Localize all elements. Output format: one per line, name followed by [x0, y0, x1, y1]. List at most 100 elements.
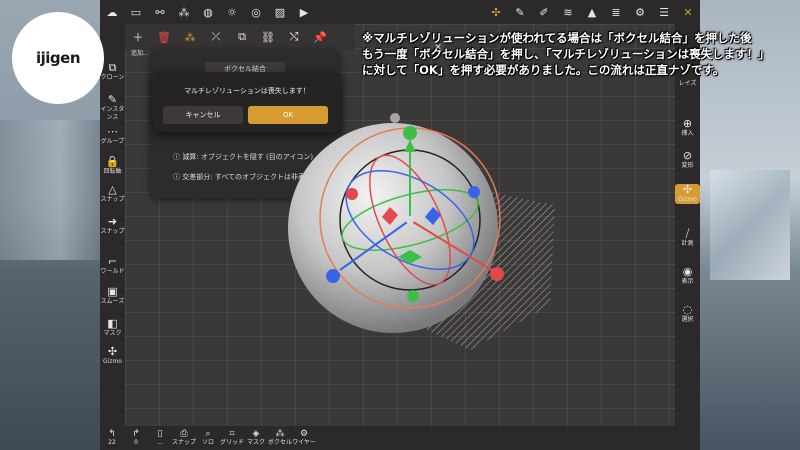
- left-tool-7[interactable]: ▣ スムーズ: [100, 286, 125, 306]
- left-tool-label: スムーズ: [100, 298, 125, 305]
- left-tool-6[interactable]: ⌐ ワールド: [100, 256, 125, 276]
- bottom-tool-1[interactable]: ↱ 0: [124, 429, 148, 447]
- image-icon[interactable]: ▨: [268, 0, 292, 24]
- bottom-toolbar: ↰ 22 ↱ 0 ▯... ⎙ スナップ ⌕ ソロ ⌗ グリッド ◈ マスク ⁂ ボクセル ⚙ ワイヤー: [100, 426, 700, 450]
- caption-line-1: ※マルチレゾリューションが使われてる場合は「ボクセル結合」を押した後: [362, 31, 752, 45]
- gizmo-icon[interactable]: ✣: [484, 0, 508, 24]
- bottom-tool-7[interactable]: ⁂ ボクセル: [268, 429, 292, 447]
- info-intersect: ⓘ 交差部分: すべてのオブジェクトは非表示です: [173, 173, 327, 181]
- right-tool-1[interactable]: ⊕ 挿入: [675, 118, 700, 138]
- right-tool-6[interactable]: ◌ 選択: [675, 304, 700, 324]
- add-icon[interactable]: ＋: [125, 29, 151, 45]
- select-icon: ◌: [682, 303, 693, 316]
- bottom-tool-5[interactable]: ⌗ グリッド: [220, 429, 244, 447]
- cloud-icon[interactable]: ☁: [100, 0, 124, 24]
- scene-tree-icon[interactable]: ⚯: [148, 0, 172, 24]
- split-icon[interactable]: ⤫: [203, 30, 229, 44]
- right-tool-0[interactable]: レイズ: [675, 80, 700, 88]
- caption-overlay: ※マルチレゾリューションが使われてる場合は「ボクセル結合」を押した後 もう一度「…: [362, 30, 792, 78]
- right-tool-5[interactable]: ◉ 表示: [675, 266, 700, 286]
- background-wall: [0, 120, 100, 260]
- cancel-button[interactable]: キャンセル: [163, 106, 243, 124]
- smooth-icon: ▣: [107, 285, 118, 298]
- delete-icon[interactable]: 🗑: [151, 31, 177, 44]
- sun-icon[interactable]: ☼: [220, 0, 244, 24]
- clone-icon: ⧉: [108, 61, 117, 74]
- caption-line-3: に対して「OK」を押す必要がありました。この流れは正直ナゾです。: [362, 63, 725, 77]
- bottom-tool-label: スナップ: [172, 439, 197, 446]
- material-icon[interactable]: ◎: [244, 0, 268, 24]
- brush-icon[interactable]: ✎: [508, 0, 532, 24]
- gizmo-icon: ✣: [107, 345, 118, 358]
- left-tool-4[interactable]: △ スナップ: [100, 184, 125, 204]
- transform-icon: ⊘: [682, 149, 693, 162]
- bottom-tool-3[interactable]: ⎙ スナップ: [172, 429, 196, 447]
- right-tool-label: 表示: [681, 278, 694, 285]
- world-icon: ⌐: [107, 255, 118, 268]
- snapshot-icon: ⎙: [180, 429, 188, 439]
- folder-icon[interactable]: ▭: [124, 0, 148, 24]
- bottom-tool-2[interactable]: ▯...: [148, 429, 172, 447]
- info-subtract-text: 減算: オブジェクトを隠す (目のアイコン): [182, 153, 314, 161]
- left-tool-1[interactable]: ✎ インスタンス: [100, 94, 125, 122]
- solo-icon: ⌕: [205, 429, 211, 439]
- left-tool-3[interactable]: 🔒 回転軸: [100, 156, 125, 176]
- left-tool-5[interactable]: ➜ スナップ: [100, 216, 125, 236]
- paint-icon[interactable]: ✐: [532, 0, 556, 24]
- bottom-tool-6[interactable]: ◈ マスク: [244, 429, 268, 447]
- object-toolbar: ＋ 🗑 ⁂ ⤫ ⧉ ⛓ ⤭ 📌: [125, 24, 355, 50]
- stroke-icon[interactable]: ≋: [556, 0, 580, 24]
- camera-icon: ◉: [682, 265, 693, 278]
- background-window: [710, 170, 790, 280]
- mask-icon: ◧: [107, 317, 118, 330]
- link-icon[interactable]: ⛓: [255, 31, 281, 44]
- left-tool-2[interactable]: ⋯ グループ: [100, 126, 125, 146]
- instance-icon: ✎: [107, 93, 118, 106]
- redo-icon: ↱: [132, 429, 140, 439]
- left-tool-0[interactable]: ⧉ クローン: [100, 62, 125, 82]
- stack-icon[interactable]: ≣: [604, 0, 628, 24]
- right-toolbar: レイズ ⊕ 挿入 ⊘ 変形 ✣ Gizmo ⧸ 計測 ◉ 表示 ◌ 選択: [675, 24, 700, 426]
- right-tool-2[interactable]: ⊘ 変形: [675, 150, 700, 170]
- top-toolbar: ☁ ▭ ⚯ ⁂ ◍ ☼ ◎ ▨ ▶ ✣ ✎ ✐ ≋ ▲ ≣ ⚙ ☰ ✕: [100, 0, 700, 24]
- globe-icon[interactable]: ◍: [196, 0, 220, 24]
- layers-icon[interactable]: ⁂: [172, 0, 196, 24]
- mask-icon: ◈: [252, 429, 260, 439]
- lock-icon: 🔒: [105, 155, 120, 168]
- right-tool-4[interactable]: ⧸ 計測: [675, 228, 700, 248]
- undo-icon: ↰: [108, 429, 116, 439]
- bottom-tool-0[interactable]: ↰ 22: [100, 429, 124, 447]
- pin-icon[interactable]: 📌: [307, 31, 333, 44]
- settings-icon[interactable]: ⚙: [628, 0, 652, 24]
- channel-logo: ijigen: [12, 12, 104, 104]
- bottom-tool-4[interactable]: ⌕ ソロ: [196, 429, 220, 447]
- info-subtract: ⓘ 減算: オブジェクトを隠す (目のアイコン): [173, 153, 314, 161]
- bottom-tool-8[interactable]: ⚙ ワイヤー: [292, 429, 316, 447]
- tools-icon[interactable]: ✕: [676, 0, 700, 24]
- left-tool-label: マスク: [103, 330, 122, 337]
- right-tool-label: 変形: [681, 162, 694, 169]
- voxel-icon: ⁂: [275, 429, 285, 439]
- duplicate-icon[interactable]: ⧉: [229, 30, 255, 44]
- add-label: 追加...: [131, 50, 149, 57]
- bottom-tool-label: ...: [157, 439, 163, 446]
- ok-button[interactable]: OK: [248, 106, 328, 124]
- right-tool-label: 選択: [681, 316, 694, 323]
- bottom-tool-label: グリッド: [220, 439, 245, 446]
- right-tool-label: Gizmo: [678, 196, 697, 203]
- right-tool-label: 挿入: [681, 130, 694, 137]
- left-tool-8[interactable]: ◧ マスク: [100, 318, 125, 338]
- doc-icon: ▯: [157, 429, 163, 439]
- hide-icon[interactable]: ⤭: [281, 30, 307, 44]
- bottom-tool-label: 22: [108, 439, 116, 446]
- caption-line-2: もう一度「ボクセル結合」を押し、「マルチレゾリューションは喪失します！」: [362, 47, 770, 61]
- tri-icon[interactable]: ▲: [580, 0, 604, 24]
- video-icon[interactable]: ▶: [292, 0, 316, 24]
- left-tool-label: スナップ: [100, 228, 125, 235]
- left-tool-9[interactable]: ✣ Gizmo: [100, 346, 125, 366]
- touch-indicator: [390, 113, 400, 123]
- group-icon: ⋯: [107, 125, 118, 138]
- merge-icon[interactable]: ⁂: [177, 31, 203, 44]
- sliders-icon[interactable]: ☰: [652, 0, 676, 24]
- right-tool-3[interactable]: ✣ Gizmo: [675, 184, 700, 204]
